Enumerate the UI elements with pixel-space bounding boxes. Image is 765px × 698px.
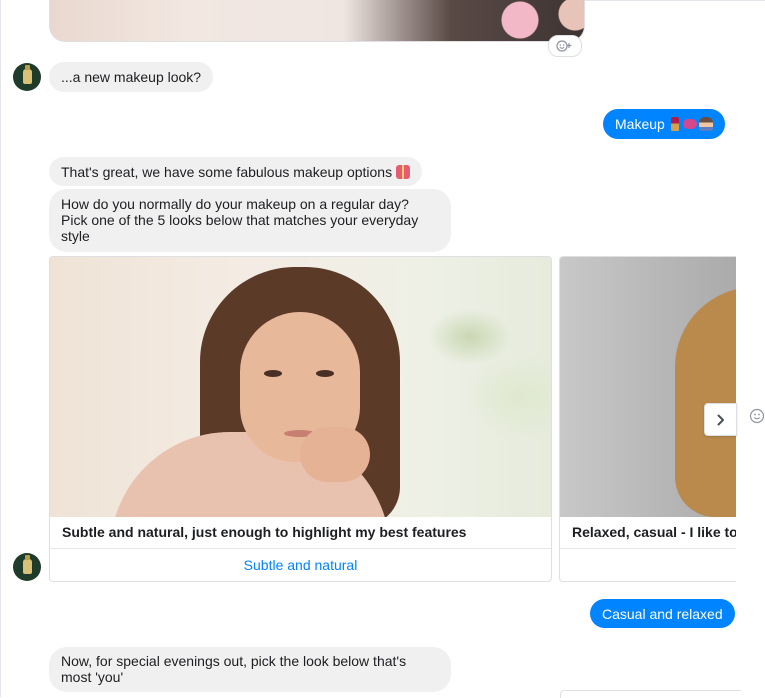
carousel-card[interactable]: Subtle and natural, just enough to highl… — [49, 256, 552, 582]
person-getting-haircut-icon — [698, 117, 713, 131]
card-caption: Subtle and natural, just enough to highl… — [62, 524, 467, 540]
incoming-message: That's great, we have some fabulous make… — [49, 157, 422, 186]
perfume-bottle-icon — [23, 555, 32, 574]
message-text: Now, for special evenings out, pick the … — [61, 653, 407, 685]
look-photo — [50, 257, 551, 517]
bot-avatar[interactable] — [13, 553, 41, 581]
card-caption: Relaxed, casual - I like to — [572, 524, 736, 540]
incoming-message: ...a new makeup look? — [49, 62, 214, 92]
message-text: How do you normally do your makeup on a … — [61, 196, 419, 244]
carousel-next-button[interactable] — [704, 403, 737, 436]
message-text: ...a new makeup look? — [61, 69, 202, 85]
kiss-mark-icon — [682, 119, 697, 129]
window-top-border — [584, 0, 765, 1]
outgoing-message: Casual and relaxed — [590, 599, 735, 628]
outgoing-message: Makeup — [603, 109, 725, 139]
window-left-border — [0, 0, 1, 697]
look-photo — [560, 257, 736, 517]
smiley-plus-icon — [556, 40, 572, 52]
card-button[interactable] — [560, 549, 736, 581]
reaction-smiley-icon[interactable] — [749, 408, 765, 426]
incoming-message: Now, for special evenings out, pick the … — [49, 647, 451, 692]
incoming-message: How do you normally do your makeup on a … — [49, 189, 451, 252]
bot-avatar[interactable] — [13, 63, 41, 91]
message-text: Casual and relaxed — [602, 606, 723, 622]
message-text: Makeup — [615, 116, 665, 132]
perfume-bottle-icon — [23, 65, 32, 84]
look-carousel[interactable]: Subtle and natural, just enough to highl… — [49, 256, 736, 582]
message-text: That's great, we have some fabulous make… — [61, 164, 393, 180]
subtle-and-natural-button[interactable]: Subtle and natural — [50, 549, 551, 581]
previous-image-attachment[interactable] — [49, 0, 585, 42]
gift-icon — [395, 165, 410, 179]
chevron-right-icon — [717, 414, 724, 425]
lipstick-icon — [670, 117, 679, 131]
add-reaction-button[interactable] — [548, 35, 582, 57]
